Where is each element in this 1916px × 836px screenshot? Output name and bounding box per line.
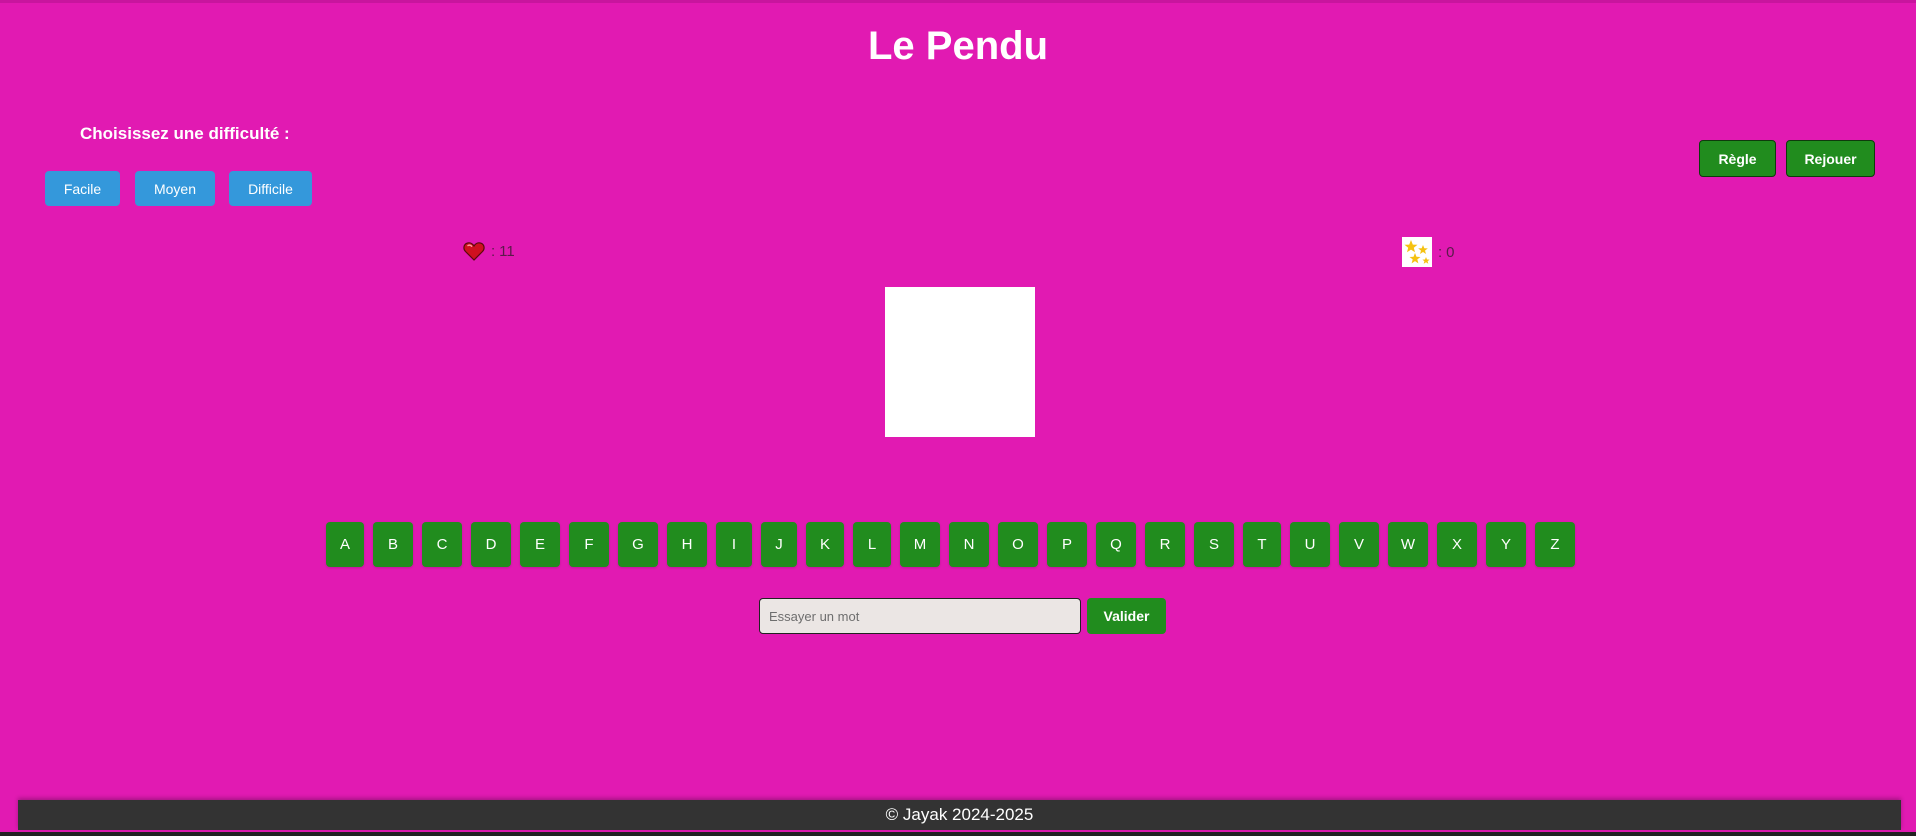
letter-button-l[interactable]: L xyxy=(853,522,891,567)
difficulty-medium-button[interactable]: Moyen xyxy=(135,171,215,206)
footer: © Jayak 2024-2025 xyxy=(18,800,1901,830)
letter-button-w[interactable]: W xyxy=(1388,522,1428,567)
submit-guess-button[interactable]: Valider xyxy=(1087,598,1166,634)
score-counter: : 0 xyxy=(1402,237,1455,267)
footer-copyright: © Jayak 2024-2025 xyxy=(885,805,1034,824)
letter-button-j[interactable]: J xyxy=(761,522,797,567)
letter-button-q[interactable]: Q xyxy=(1096,522,1136,567)
top-border xyxy=(0,0,1916,3)
letter-button-d[interactable]: D xyxy=(471,522,511,567)
letter-button-x[interactable]: X xyxy=(1437,522,1477,567)
difficulty-easy-button[interactable]: Facile xyxy=(45,171,120,206)
letter-button-g[interactable]: G xyxy=(618,522,658,567)
letter-button-z[interactable]: Z xyxy=(1535,522,1575,567)
letter-button-m[interactable]: M xyxy=(900,522,940,567)
letter-button-f[interactable]: F xyxy=(569,522,609,567)
letter-button-v[interactable]: V xyxy=(1339,522,1379,567)
letter-button-p[interactable]: P xyxy=(1047,522,1087,567)
replay-button[interactable]: Rejouer xyxy=(1786,140,1875,177)
letter-button-y[interactable]: Y xyxy=(1486,522,1526,567)
letter-button-n[interactable]: N xyxy=(949,522,989,567)
rules-button[interactable]: Règle xyxy=(1699,140,1776,177)
letter-button-b[interactable]: B xyxy=(373,522,413,567)
score-separator: : xyxy=(1438,243,1443,261)
letter-button-u[interactable]: U xyxy=(1290,522,1330,567)
letter-button-h[interactable]: H xyxy=(667,522,707,567)
lives-separator: : xyxy=(491,242,496,260)
letter-keyboard: A B C D E F G H I J K L M N O P Q R S T … xyxy=(326,522,1575,567)
bottom-border xyxy=(0,832,1916,836)
letter-button-a[interactable]: A xyxy=(326,522,364,567)
letter-button-e[interactable]: E xyxy=(520,522,560,567)
page-title: Le Pendu xyxy=(867,24,1049,68)
letter-button-s[interactable]: S xyxy=(1194,522,1234,567)
difficulty-hard-button[interactable]: Difficile xyxy=(229,171,312,206)
letter-button-r[interactable]: R xyxy=(1145,522,1185,567)
lives-value: 11 xyxy=(499,242,515,260)
letter-button-c[interactable]: C xyxy=(422,522,462,567)
word-guess-input[interactable] xyxy=(759,598,1081,634)
letter-button-o[interactable]: O xyxy=(998,522,1038,567)
hangman-drawing xyxy=(885,287,1035,437)
letter-button-t[interactable]: T xyxy=(1243,522,1281,567)
lives-counter: : 11 xyxy=(463,240,515,262)
heart-icon xyxy=(463,242,485,261)
letter-button-i[interactable]: I xyxy=(716,522,752,567)
letter-button-k[interactable]: K xyxy=(806,522,844,567)
stars-icon xyxy=(1402,237,1432,267)
difficulty-label: Choisissez une difficulté : xyxy=(80,124,290,143)
score-value: 0 xyxy=(1446,243,1455,261)
